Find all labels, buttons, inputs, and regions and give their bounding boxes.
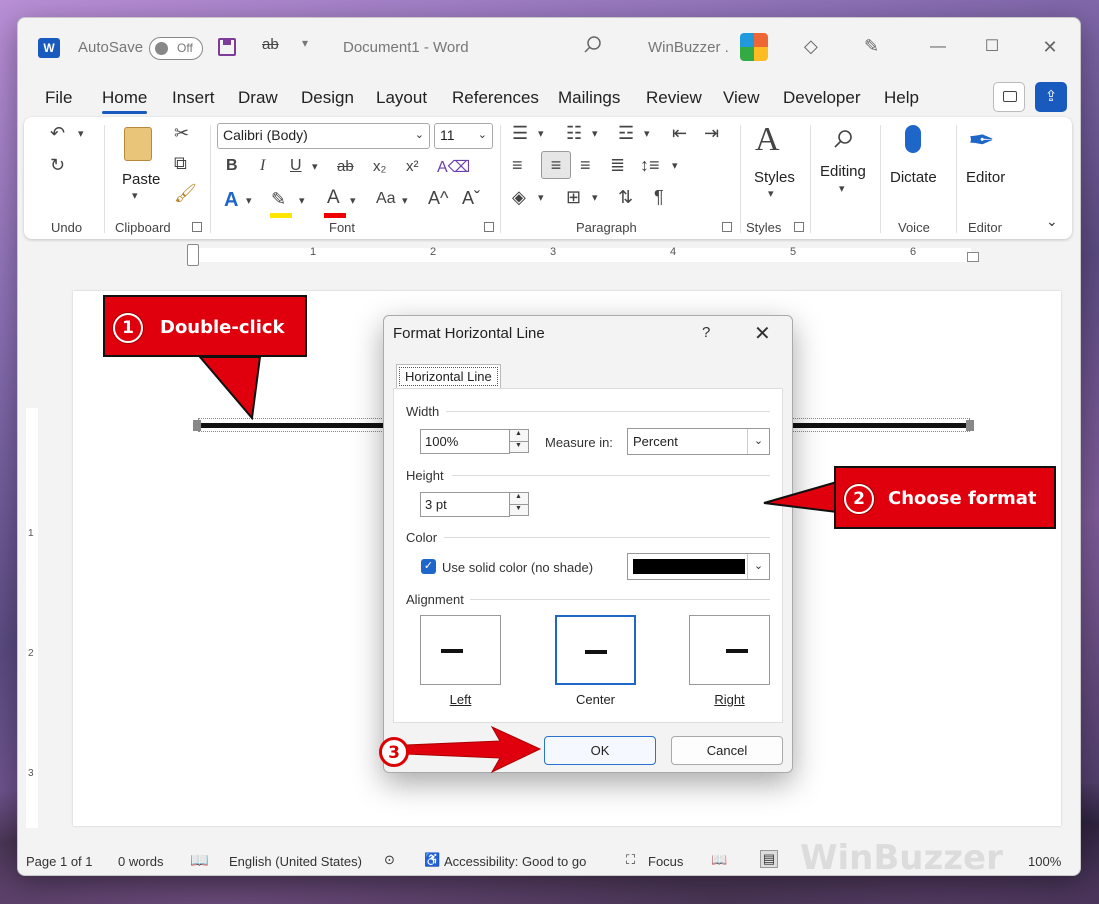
step3-arrow [405, 725, 542, 774]
callout-text: Double-click [160, 317, 285, 338]
step-badge: 2 [844, 484, 874, 514]
watermark: WinBuzzer [800, 838, 1003, 878]
annotation-arrows [197, 356, 838, 774]
step-badge: 3 [379, 737, 409, 767]
callout-choose-format: 2 Choose format [834, 466, 1056, 529]
step-badge: 1 [113, 313, 143, 343]
callout2-pointer [763, 480, 838, 514]
callout1-pointer [197, 356, 262, 421]
callout-double-click: 1 Double-click [103, 295, 307, 357]
callout-text: Choose format [888, 488, 1037, 509]
